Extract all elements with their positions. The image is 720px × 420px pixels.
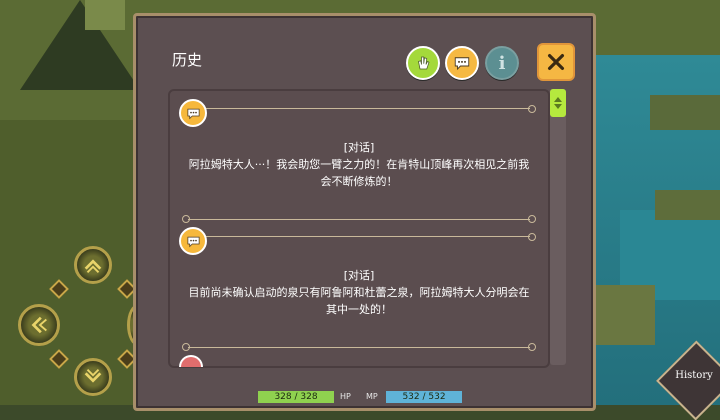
move-up-button[interactable] bbox=[74, 246, 112, 284]
mp-bar: 532 / 532 bbox=[386, 391, 462, 403]
chevron-down-icon bbox=[84, 369, 102, 383]
entry-text-line: 阿拉姆特大人···！我会助您一臂之力的！在肯特山顶峰再次相见之前我 bbox=[188, 158, 530, 171]
list-item: [对话] 阿拉姆特大人···！我会助您一臂之力的！在肯特山顶峰再次相见之前我 会… bbox=[182, 105, 536, 223]
hp-label: HP bbox=[340, 392, 351, 401]
hand-button[interactable] bbox=[406, 46, 440, 80]
arrow-up-icon bbox=[554, 97, 562, 102]
entry-header: [对话] bbox=[343, 141, 375, 154]
speech-bubble-icon bbox=[454, 57, 470, 71]
move-left-button[interactable] bbox=[18, 304, 60, 346]
dialogue-filter-button[interactable] bbox=[445, 46, 479, 80]
scrollbar-thumb[interactable] bbox=[550, 89, 566, 117]
hp-bar: 328 / 328 bbox=[258, 391, 334, 403]
terrain-block bbox=[655, 190, 720, 220]
info-icon: i bbox=[498, 52, 506, 74]
close-icon bbox=[547, 53, 565, 71]
move-down-button[interactable] bbox=[74, 358, 112, 396]
terrain-block bbox=[650, 95, 720, 130]
terrain-block bbox=[595, 285, 655, 345]
list-item: [对话] 目前尚未确认启动的泉只有阿鲁阿和杜蕾之泉，阿拉姆特大人分明会在 其中一… bbox=[182, 233, 536, 351]
scrollbar-track[interactable] bbox=[550, 89, 566, 365]
chevron-up-icon bbox=[84, 259, 102, 273]
speech-bubble-icon bbox=[179, 99, 207, 127]
arrow-down-icon bbox=[554, 104, 562, 109]
speech-bubble-icon bbox=[179, 227, 207, 255]
hand-icon bbox=[418, 56, 430, 70]
close-button[interactable] bbox=[537, 43, 575, 81]
entry-text-line: 目前尚未确认启动的泉只有阿鲁阿和杜蕾之泉，阿拉姆特大人分明会在 bbox=[188, 286, 530, 299]
entry-header: [对话] bbox=[343, 269, 375, 282]
info-button[interactable]: i bbox=[485, 46, 519, 80]
panel-title: 历史 bbox=[172, 51, 203, 69]
tree-trunk bbox=[85, 0, 125, 30]
entry-text-line: 其中一处的！ bbox=[326, 303, 392, 316]
chevron-left-icon bbox=[31, 316, 47, 334]
entry-text-line: 会不断修炼的！ bbox=[320, 175, 398, 188]
history-button-label: History bbox=[675, 370, 713, 381]
mp-label: MP bbox=[366, 392, 378, 401]
